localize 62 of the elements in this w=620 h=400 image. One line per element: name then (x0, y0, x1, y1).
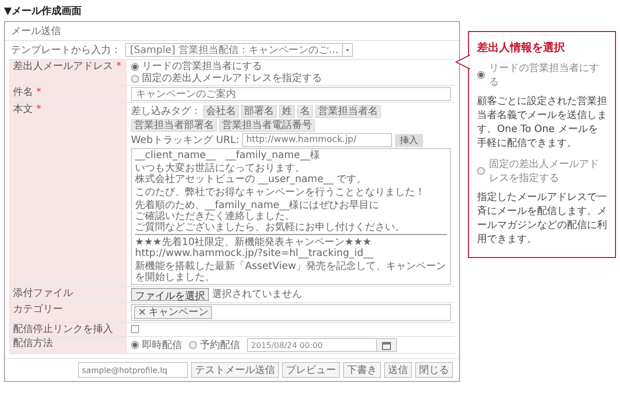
subject-field[interactable]: キャンペーンのご案内 (131, 87, 451, 101)
remove-tag-button[interactable]: × (138, 307, 146, 318)
radio-button[interactable] (189, 341, 197, 349)
field-label: カテゴリー (9, 303, 127, 322)
body-text-line: このたび、弊社でお得なキャンペーンを行うこととなりました！ (135, 187, 426, 198)
merge-tag-button[interactable]: 営業担当者部署名 (131, 119, 217, 132)
radio-button[interactable] (131, 341, 139, 349)
calendar-icon[interactable] (376, 339, 396, 351)
radio-button[interactable] (131, 74, 139, 82)
field-label: 件名 * (9, 86, 127, 102)
tags-label: 差し込みタグ： (131, 104, 201, 118)
insert-button[interactable]: 挿入 (395, 134, 424, 146)
field-label: 配信停止リンクを挿入 (9, 323, 127, 336)
footer-button[interactable]: 下書き (343, 362, 381, 378)
date-field[interactable]: 2015/08/24 00:00 (247, 338, 397, 352)
body-text-line: いつも大変お世話になっております。 (135, 163, 306, 174)
url-field[interactable]: http://www.hammock.jp/ (242, 133, 392, 147)
radio-label: 即時配信 (142, 340, 182, 350)
page-title: ▼メール作成画面 (4, 4, 83, 18)
option-description: 顧客ごとに設定された営業担当者名義でメールを送信します。One To One メールを手軽に配信できます。 (477, 95, 607, 151)
body-text-line: http://www.hammock.jp/?site=hl__tracking_id__ (135, 248, 374, 259)
test-address-field[interactable]: sample@hotprofile.lq (78, 362, 188, 378)
body-text-line: 株式会社アセットビューの __user_name__ です。 (135, 174, 368, 185)
merge-tag-button[interactable]: 名 (297, 104, 313, 118)
radio-label: 固定の差出人メールアドレスを指定する (142, 73, 322, 84)
radio-button[interactable] (131, 62, 139, 70)
footer-button[interactable]: プレビュー (282, 362, 340, 378)
radio-label: リードの営業担当者にする (142, 61, 262, 72)
dialog-title: メール送信 (5, 22, 459, 41)
footer-button[interactable]: 送信 (384, 362, 412, 378)
field-label: 本文 * (9, 103, 127, 286)
option-label: 固定の差出人メールアドレスを指定する (489, 158, 600, 185)
body-text-line: __client_name__ __family_name__様 (135, 150, 322, 161)
body-text-line: を開始しました。 (135, 272, 216, 283)
option-label: リードの営業担当者にする (489, 62, 600, 89)
footer-button[interactable]: テストメール送信 (191, 362, 279, 378)
file-status-text: 選択されていません (212, 289, 302, 300)
radio-label: 予約配信 (200, 340, 240, 350)
body-text-line: ご質問などございましたら、お気軽にお申し付けください。 (135, 222, 406, 233)
category-field[interactable]: × キャンペーン (131, 304, 451, 321)
merge-tag-button[interactable]: 営業担当者名 (315, 104, 381, 118)
merge-tag-button[interactable]: 部署名 (241, 104, 277, 118)
body-text-line: ご確認いただきたく連絡しました。 (135, 211, 296, 222)
template-label: テンプレートから入力： (11, 44, 121, 57)
option-description: 指定したメールアドレスで一斉にメールを配信します。メールマガジンなどの配信に利用できます。 (477, 191, 607, 247)
field-label: 配信方法 (9, 337, 127, 353)
merge-tag-button[interactable]: 会社名 (203, 104, 239, 118)
body-text-line: 新機能を搭載した最新「AssetView」発売を記念して、キャンペーン (135, 261, 447, 272)
field-label: 添付ファイル (9, 287, 127, 302)
body-text-line: ★★★先着10社限定、新機能発表キャンペーン★★★ (135, 237, 373, 248)
merge-tag-button[interactable]: 姓 (279, 104, 295, 118)
field-label: 差出人メールアドレス * (9, 60, 127, 85)
template-select[interactable]: [Sample] 営業担当配信：キャンペーンのご… (125, 43, 354, 57)
footer-button[interactable]: 閉じる (415, 362, 453, 378)
choose-file-button[interactable]: ファイルを選択 (131, 288, 209, 301)
checkbox[interactable] (131, 325, 139, 333)
url-label: Webトラッキング URL: (131, 134, 240, 147)
callout-title: 差出人情報を選択 (477, 40, 566, 55)
body-text-line: 先着順のため、__family_name__様にはぜひお早目に (135, 200, 380, 211)
tag-label: キャンペーン (148, 307, 208, 318)
merge-tag-button[interactable]: 営業担当者電話番号 (219, 119, 315, 132)
body-textarea[interactable] (131, 148, 451, 285)
